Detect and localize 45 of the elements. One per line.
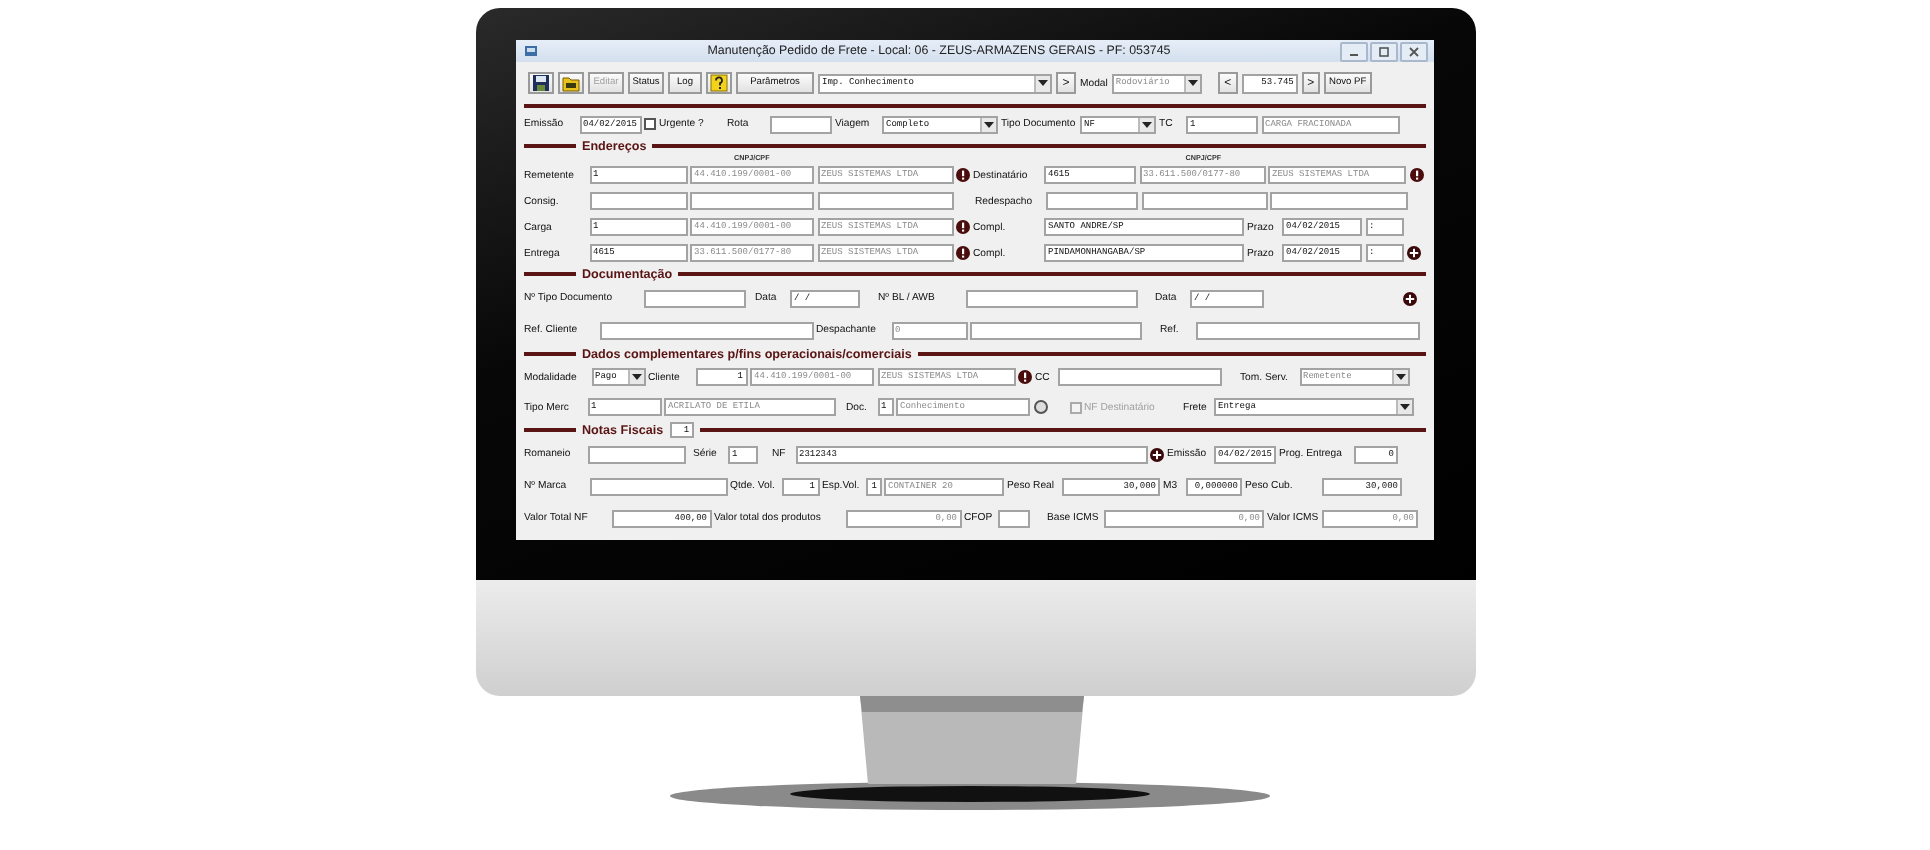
maximize-icon	[1376, 43, 1392, 59]
input-field[interactable]	[997, 509, 1029, 527]
info-icon	[1409, 168, 1423, 182]
info-icon	[1018, 370, 1032, 384]
caret-icon	[1187, 80, 1198, 86]
input-field[interactable]	[589, 477, 727, 495]
info-icon	[956, 168, 970, 182]
input-field[interactable]	[965, 289, 1137, 307]
close-button[interactable]	[1400, 41, 1428, 61]
info-icon	[956, 220, 970, 234]
add-icon	[1406, 246, 1422, 260]
input-field[interactable]	[643, 289, 745, 307]
input-field[interactable]	[587, 445, 685, 463]
help-button[interactable]	[706, 72, 732, 94]
input-field[interactable]	[690, 192, 814, 210]
caret-icon	[1400, 404, 1410, 410]
open-button[interactable]	[558, 72, 584, 94]
help-icon	[710, 74, 728, 92]
caret-icon	[1395, 374, 1405, 380]
maximize-button[interactable]	[1370, 41, 1398, 61]
floppy-icon	[532, 74, 550, 92]
input-field[interactable]	[817, 192, 953, 210]
folder-icon	[562, 74, 580, 92]
input-field[interactable]	[1141, 192, 1267, 210]
input-field[interactable]	[1058, 368, 1222, 386]
circle-icon	[1033, 400, 1047, 414]
input-field[interactable]	[770, 115, 832, 133]
caret-icon	[631, 374, 641, 380]
caret-icon	[984, 121, 994, 127]
input-field[interactable]	[589, 192, 687, 210]
input-field[interactable]	[970, 321, 1142, 339]
info-icon	[956, 246, 970, 260]
input-field[interactable]	[1195, 321, 1419, 339]
app-icon	[524, 44, 538, 58]
input-field[interactable]	[1046, 192, 1138, 210]
add-icon	[1150, 447, 1164, 461]
checkbox[interactable]	[644, 118, 656, 130]
caret-icon	[1142, 121, 1152, 127]
close-icon	[1406, 43, 1422, 59]
add-icon	[1402, 291, 1418, 305]
input-field[interactable]	[1270, 192, 1408, 210]
caret-icon	[1038, 80, 1048, 86]
minimize-button[interactable]	[1340, 41, 1368, 61]
input-field[interactable]	[599, 321, 813, 339]
save-button[interactable]	[528, 72, 554, 94]
